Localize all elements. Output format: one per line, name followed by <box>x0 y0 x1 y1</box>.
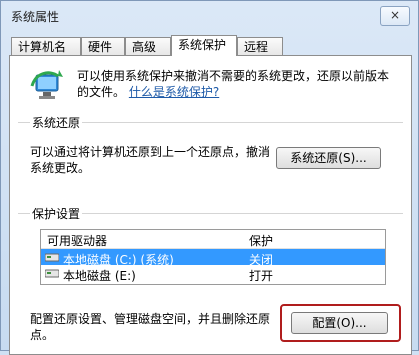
system-protection-panel: 可以使用系统保护来撤消不需要的系统更改，还原以前版本的文件。 什么是系统保护? … <box>9 55 412 355</box>
system-restore-button[interactable]: 系统还原(S)... <box>276 147 381 169</box>
system-restore-description: 可以通过将计算机还原到上一个还原点，撤消系统更改。 <box>30 145 271 175</box>
system-restore-title: 系统还原 <box>30 114 83 131</box>
drive-column-header: 可用驱动器 <box>47 234 108 248</box>
drive-list[interactable]: 可用驱动器 保护 本地磁盘 (C:) (系统) 关闭 本地磁盘 (E:) 打开 <box>40 229 386 285</box>
drive-protection-e: 打开 <box>249 269 274 283</box>
configure-description: 配置还原设置、管理磁盘空间，并且删除还原点。 <box>30 312 271 342</box>
tab-remote[interactable]: 远程 <box>237 37 283 55</box>
drive-row-e[interactable]: 本地磁盘 (E:) 打开 <box>41 265 385 283</box>
system-protection-icon <box>30 70 63 99</box>
drive-row-c[interactable]: 本地磁盘 (C:) (系统) 关闭 <box>41 249 385 267</box>
tab-system-protection[interactable]: 系统保护 <box>171 35 237 56</box>
window-title: 系统属性 <box>11 10 60 24</box>
system-restore-group: 系统还原 <box>18 114 403 131</box>
drive-list-header: 可用驱动器 保护 <box>41 230 385 249</box>
intro-text-block: 可以使用系统保护来撤消不需要的系统更改，还原以前版本的文件。 什么是系统保护? <box>77 68 397 100</box>
close-button[interactable]: × <box>380 6 410 26</box>
tab-hardware[interactable]: 硬件 <box>81 37 125 55</box>
system-properties-window: 系统属性 × 计算机名 硬件 高级 系统保护 远程 可以使用系统保护来撤消不需要… <box>0 0 419 355</box>
protection-settings-group: 保护设置 <box>18 205 403 222</box>
drive-name-e: 本地磁盘 (E:) <box>63 269 136 283</box>
tab-computer-name[interactable]: 计算机名 <box>11 37 81 55</box>
intro-text: 可以使用系统保护来撤消不需要的系统更改，还原以前版本的文件。 <box>77 69 390 99</box>
title-bar: 系统属性 × <box>1 1 418 29</box>
hard-drive-icon <box>45 269 59 278</box>
protection-column-header: 保护 <box>249 234 274 248</box>
tab-strip: 计算机名 硬件 高级 系统保护 远程 <box>7 35 412 56</box>
what-is-system-protection-link[interactable]: 什么是系统保护? <box>129 85 219 99</box>
hard-drive-icon <box>45 253 59 262</box>
protection-settings-title: 保护设置 <box>30 205 83 222</box>
configure-button[interactable]: 配置(O)... <box>291 312 388 334</box>
tab-advanced[interactable]: 高级 <box>125 37 171 55</box>
